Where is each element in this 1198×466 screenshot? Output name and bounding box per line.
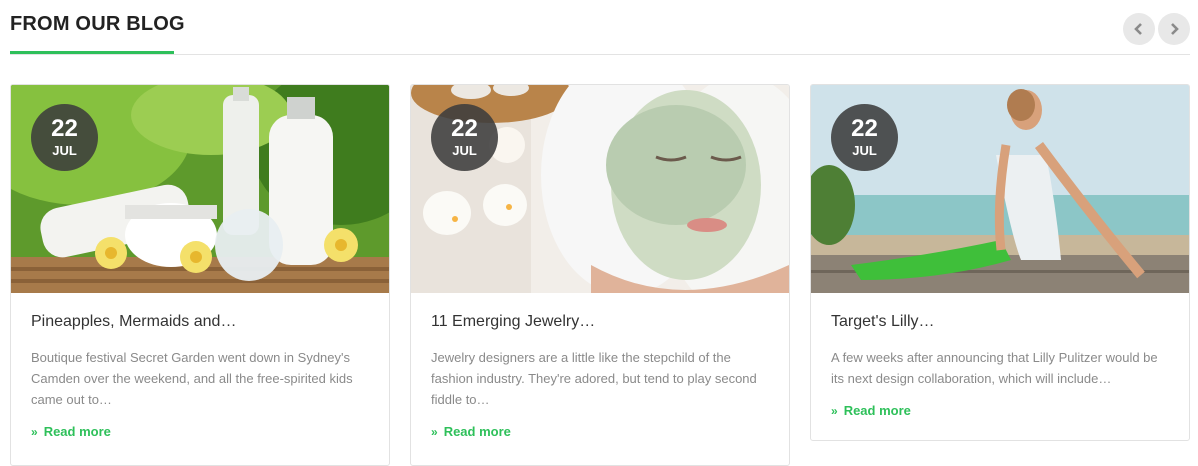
date-badge: 22 JUL (831, 104, 898, 171)
blog-post-card: 22 JUL Target's Lilly… A few weeks after… (810, 84, 1190, 441)
post-title[interactable]: Pineapples, Mermaids and… (31, 312, 369, 332)
read-more-link[interactable]: » Read more (431, 424, 511, 439)
post-title[interactable]: Target's Lilly… (831, 312, 1169, 332)
blog-section-header: FROM OUR BLOG (10, 0, 1190, 55)
read-more-label: Read more (443, 424, 511, 439)
date-day: 22 (51, 115, 78, 142)
double-chevron-right-icon: » (431, 425, 438, 439)
post-excerpt: Boutique festival Secret Garden went dow… (31, 350, 353, 407)
post-image-yoga-beach[interactable]: 22 JUL (811, 85, 1189, 293)
read-more-link[interactable]: » Read more (31, 424, 111, 439)
title-underline (10, 51, 174, 54)
date-day: 22 (451, 115, 478, 142)
date-month: JUL (852, 143, 877, 158)
chevron-left-icon (1134, 23, 1142, 35)
date-month: JUL (452, 143, 477, 158)
post-title[interactable]: 11 Emerging Jewelry… (431, 312, 769, 332)
read-more-link[interactable]: » Read more (831, 403, 911, 418)
blog-post-card: 22 JUL 11 Emerging Jewelry… Jewelry desi… (410, 84, 790, 466)
double-chevron-right-icon: » (31, 425, 38, 439)
date-day: 22 (851, 115, 878, 142)
read-more-label: Read more (843, 403, 911, 418)
chevron-right-icon (1171, 23, 1179, 35)
read-more-label: Read more (43, 424, 111, 439)
blog-post-card: 22 JUL Pineapples, Mermaids and… Boutiqu… (10, 84, 390, 466)
carousel-prev-button[interactable] (1123, 13, 1155, 45)
date-month: JUL (52, 143, 77, 158)
date-badge: 22 JUL (431, 104, 498, 171)
post-excerpt: A few weeks after announcing that Lilly … (831, 350, 1158, 386)
post-excerpt: Jewelry designers are a little like the … (431, 350, 757, 407)
section-title: FROM OUR BLOG (10, 13, 185, 35)
carousel-next-button[interactable] (1158, 13, 1190, 45)
double-chevron-right-icon: » (831, 404, 838, 418)
date-badge: 22 JUL (31, 104, 98, 171)
post-image-spa-cosmetics[interactable]: 22 JUL (11, 85, 389, 293)
post-image-facial-mask[interactable]: 22 JUL (411, 85, 789, 293)
